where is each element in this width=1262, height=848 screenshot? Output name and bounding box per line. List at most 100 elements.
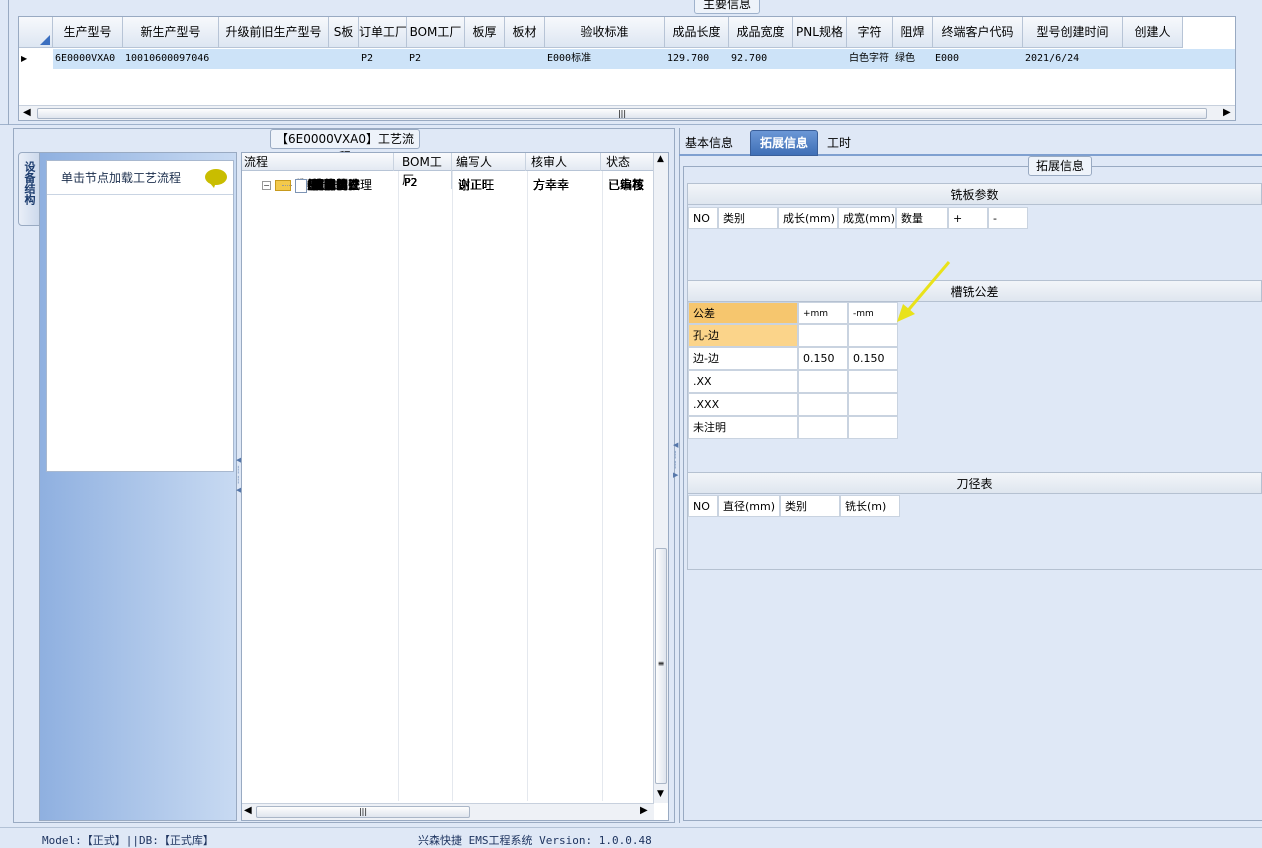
collapse-toggle-icon[interactable]: −	[262, 181, 271, 190]
mill-column-header[interactable]: -	[988, 207, 1028, 229]
splitter-left[interactable]: ◀ ┆ ┆ ◀	[236, 455, 241, 515]
status-bar: Model:【正式】||DB:【正式库】 兴森快捷 EMS工程系统 Versio…	[0, 827, 1262, 847]
column-header[interactable]: 板厚	[465, 17, 505, 48]
yellow-arrow-annotation	[897, 261, 951, 322]
mill-column-header[interactable]: 类别	[718, 207, 778, 229]
mill-column-header[interactable]: +	[948, 207, 988, 229]
grid-cell[interactable]: 10010600097046	[123, 49, 219, 69]
row-indicator[interactable]: ▶	[19, 49, 53, 69]
tree-line	[282, 185, 292, 186]
v-scrollbar[interactable]: ▲ ≡ ▼	[653, 153, 668, 803]
side-hint-text[interactable]: 单击节点加载工艺流程	[61, 169, 181, 186]
tolerance-grid: 公差 +mm -mm 孔-边 边-边 0.150 0.150 .XX .XXX 未注明	[687, 302, 1262, 472]
mill-column-header[interactable]: 成宽(mm)	[838, 207, 896, 229]
tolerance-row-label[interactable]: 边-边	[688, 347, 798, 370]
grid-cell[interactable]: 92.700	[729, 49, 793, 69]
grid-cell[interactable]: 6E0000VXA0	[53, 49, 123, 69]
grid-cell[interactable]: E000标准	[545, 49, 665, 69]
column-header[interactable]: 成品宽度	[729, 17, 793, 48]
splitter-mid[interactable]: ◀ ┆ ┆ ▶	[673, 440, 678, 510]
side-tab-device-structure[interactable]: 设备结构	[18, 152, 40, 226]
grid-cell[interactable]	[219, 49, 329, 69]
tolerance-row-label[interactable]: .XX	[688, 370, 798, 393]
tolerance-value-cell[interactable]	[798, 324, 848, 347]
column-header[interactable]: S板	[329, 17, 359, 48]
tree-column-header[interactable]: 核审人	[531, 153, 601, 171]
column-header[interactable]: 板材	[505, 17, 545, 48]
tolerance-row-label[interactable]: .XXX	[688, 393, 798, 416]
reviewer: 方幸幸	[533, 178, 570, 192]
tree-column-header[interactable]: 流程	[244, 153, 394, 171]
grid-cell[interactable]: 2021/6/24	[1023, 49, 1123, 69]
h-scrollbar[interactable]: ◀ ||| ▶	[19, 105, 1235, 120]
grid-cell[interactable]	[329, 49, 359, 69]
process-tree: 流程BOM工厂编写人核审人状态 −阻焊P2谢正旺方幸幸已审核阻焊前处理P2谢正旺…	[241, 152, 669, 821]
side-hint-box: 单击节点加载工艺流程	[46, 160, 234, 472]
grid-corner[interactable]	[19, 17, 53, 48]
tolerance-value-cell[interactable]	[798, 370, 848, 393]
grid-cell[interactable]: 129.700	[665, 49, 729, 69]
grid-cell[interactable]: P2	[359, 49, 407, 69]
mill-column-header[interactable]: 数量	[896, 207, 948, 229]
tree-column-header[interactable]: 状态	[606, 153, 654, 171]
mill-column-header[interactable]: 成长(mm)	[778, 207, 838, 229]
writer: 谢正旺	[458, 178, 495, 192]
grid-cell[interactable]	[1123, 49, 1183, 69]
tolerance-value-cell[interactable]	[848, 416, 898, 439]
tolerance-value-cell[interactable]	[798, 393, 848, 416]
column-header[interactable]: 生产型号	[53, 17, 123, 48]
grid-cell[interactable]	[505, 49, 545, 69]
tolerance-value-cell[interactable]	[848, 393, 898, 416]
tool-column-header[interactable]: 铣长(m)	[840, 495, 900, 517]
tolerance-header-cell[interactable]: -mm	[848, 302, 898, 324]
h-scroll-thumb-tree[interactable]: |||	[256, 806, 470, 818]
tolerance-header-cell[interactable]: 公差	[688, 302, 798, 324]
tolerance-row-label[interactable]: 未注明	[688, 416, 798, 439]
column-header[interactable]: 字符	[847, 17, 893, 48]
column-header[interactable]: 验收标准	[545, 17, 665, 48]
column-header[interactable]: 订单工厂	[359, 17, 407, 48]
tool-column-header[interactable]: 类别	[780, 495, 840, 517]
mill-params-grid: NO 类别 成长(mm) 成宽(mm) 数量 + -	[687, 205, 1262, 281]
column-header[interactable]: 创建人	[1123, 17, 1183, 48]
column-header[interactable]: 成品长度	[665, 17, 729, 48]
grid-cell[interactable]	[465, 49, 505, 69]
grid-cell[interactable]	[793, 49, 847, 69]
tab-strip: 基本信息 拓展信息 工时	[679, 130, 1262, 156]
tool-column-header[interactable]: NO	[688, 495, 718, 517]
tolerance-value-cell[interactable]: 0.150	[798, 347, 848, 370]
tree-column-header[interactable]: 编写人	[456, 153, 526, 171]
column-header[interactable]: PNL规格	[793, 17, 847, 48]
tree-node[interactable]: 出库	[282, 176, 336, 193]
column-header[interactable]: 型号创建时间	[1023, 17, 1123, 48]
column-header[interactable]: 新生产型号	[123, 17, 219, 48]
v-scroll-thumb[interactable]: ≡	[655, 548, 667, 784]
grid-cell[interactable]: E000	[933, 49, 1023, 69]
tab-extended-info[interactable]: 拓展信息	[750, 130, 818, 156]
grid-cell[interactable]: 白色字符	[847, 49, 893, 69]
tolerance-header-cell[interactable]: +mm	[798, 302, 848, 324]
tool-grid: NO 直径(mm) 类别 铣长(m)	[687, 494, 1262, 570]
h-scrollbar-tree[interactable]: ◀ ||| ▶	[242, 803, 654, 820]
tolerance-title: 槽铣公差	[687, 280, 1262, 302]
node-label[interactable]: 出库	[312, 178, 336, 192]
tolerance-value-cell[interactable]: 0.150	[848, 347, 898, 370]
bom-factory: P2	[404, 176, 418, 189]
h-scroll-thumb[interactable]: |||	[37, 108, 1207, 119]
tolerance-value-cell[interactable]	[848, 324, 898, 347]
status-version: 兴森快捷 EMS工程系统 Version: 1.0.0.48	[418, 834, 652, 847]
tolerance-row-label[interactable]: 孔-边	[688, 324, 798, 347]
tool-column-header[interactable]: 直径(mm)	[718, 495, 780, 517]
column-header[interactable]: 终端客户代码	[933, 17, 1023, 48]
tab-work-hours[interactable]: 工时	[827, 134, 851, 151]
grid-cell[interactable]: 绿色	[893, 49, 933, 69]
extended-group-title: 拓展信息	[1028, 156, 1092, 176]
tolerance-value-cell[interactable]	[798, 416, 848, 439]
tolerance-value-cell[interactable]	[848, 370, 898, 393]
grid-cell[interactable]: P2	[407, 49, 465, 69]
mill-column-header[interactable]: NO	[688, 207, 718, 229]
column-header[interactable]: 升级前旧生产型号	[219, 17, 329, 48]
column-header[interactable]: 阻焊	[893, 17, 933, 48]
tab-basic-info[interactable]: 基本信息	[685, 134, 733, 151]
column-header[interactable]: BOM工厂	[407, 17, 465, 48]
